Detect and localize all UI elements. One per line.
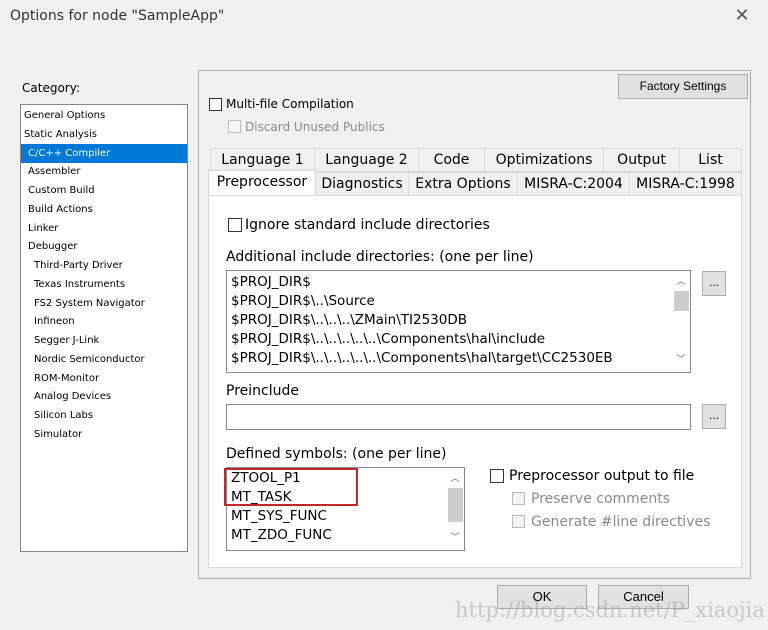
category-item[interactable]: Static Analysis — [21, 125, 187, 144]
tab-extra-options[interactable]: Extra Options — [408, 172, 518, 196]
list-line: $PROJ_DIR$\..\..\..\..\..\Components\hal… — [231, 350, 613, 366]
tab-list[interactable]: List — [679, 148, 742, 172]
category-item[interactable]: Analog Devices — [21, 387, 187, 406]
category-item[interactable]: Assembler — [21, 162, 187, 181]
defined-symbols-label: Defined symbols: (one per line) — [226, 446, 447, 462]
tab-optimizations[interactable]: Optimizations — [484, 148, 604, 172]
scroll-up-icon[interactable]: ︿ — [672, 273, 690, 292]
category-item[interactable]: General Options — [21, 106, 187, 125]
defined-symbols-scrollbar[interactable]: ︿ ﹀ — [446, 468, 464, 550]
include-dirs-textarea[interactable]: $PROJ_DIR$ $PROJ_DIR$\..\Source $PROJ_DIR$… — [226, 270, 691, 373]
preinclude-input[interactable] — [226, 404, 691, 430]
tab-diagnostics[interactable]: Diagnostics — [315, 172, 409, 196]
category-item[interactable]: Third-Party Driver — [21, 256, 187, 275]
ignore-std-checkbox[interactable] — [228, 218, 242, 232]
watermark: http://blog.csdn.net/P_xiaojia — [455, 598, 765, 622]
scroll-down-icon[interactable]: ﹀ — [446, 529, 464, 548]
generate-line-checkbox[interactable] — [512, 515, 525, 528]
category-item[interactable]: Silicon Labs — [21, 406, 187, 425]
scroll-down-icon[interactable]: ﹀ — [672, 351, 690, 370]
tab-code[interactable]: Code — [418, 148, 485, 172]
include-dirs-scrollbar[interactable]: ︿ ﹀ — [672, 271, 690, 372]
include-dirs-label: Additional include directories: (one per… — [226, 249, 534, 265]
highlight-box — [224, 468, 358, 506]
list-line: $PROJ_DIR$\..\..\..\ZMain\TI2530DB — [231, 312, 468, 328]
pp-output-label: Preprocessor output to file — [509, 468, 695, 484]
category-item[interactable]: Build Actions — [21, 200, 187, 219]
include-dirs-browse-button[interactable]: ... — [702, 271, 726, 296]
discard-unused-label: Discard Unused Publics — [245, 120, 385, 134]
list-line: $PROJ_DIR$ — [231, 274, 311, 290]
preserve-comments-checkbox[interactable] — [512, 492, 525, 505]
category-item[interactable]: Custom Build — [21, 181, 187, 200]
category-item[interactable]: Debugger — [21, 237, 187, 256]
scroll-up-icon[interactable]: ︿ — [446, 470, 464, 489]
tab-language-1[interactable]: Language 1 — [210, 148, 315, 172]
list-line: $PROJ_DIR$\..\..\..\..\..\Components\hal… — [231, 331, 546, 347]
category-item[interactable]: Segger J-Link — [21, 331, 187, 350]
category-label: Category: — [22, 81, 80, 95]
factory-settings-button[interactable]: Factory Settings — [618, 74, 748, 99]
tab-language-2[interactable]: Language 2 — [314, 148, 419, 172]
preinclude-label: Preinclude — [226, 383, 299, 399]
multi-file-label: Multi-file Compilation — [226, 97, 354, 111]
list-line: MT_ZDO_FUNC — [231, 527, 332, 543]
scroll-thumb[interactable] — [448, 488, 463, 522]
multi-file-checkbox[interactable] — [209, 98, 222, 111]
generate-line-label: Generate #line directives — [531, 514, 711, 530]
preinclude-browse-button[interactable]: ... — [702, 404, 726, 429]
list-line: $PROJ_DIR$\..\Source — [231, 293, 375, 309]
discard-unused-checkbox[interactable] — [228, 120, 241, 133]
tab-misra-c-2004[interactable]: MISRA-C:2004 — [517, 172, 630, 196]
ignore-std-label: Ignore standard include directories — [245, 217, 490, 233]
category-item[interactable]: C/C++ Compiler — [21, 143, 187, 163]
preserve-comments-label: Preserve comments — [531, 491, 671, 507]
window-title: Options for node "SampleApp" — [10, 8, 225, 24]
category-item[interactable]: Texas Instruments — [21, 275, 187, 294]
tab-output[interactable]: Output — [603, 148, 680, 172]
category-item[interactable]: Simulator — [21, 425, 187, 444]
list-line: MT_SYS_FUNC — [231, 508, 327, 524]
tab-preprocessor[interactable]: Preprocessor — [208, 170, 316, 196]
close-icon[interactable]: ✕ — [732, 5, 752, 26]
category-item[interactable]: Infineon — [21, 312, 187, 331]
tab-misra-c-1998[interactable]: MISRA-C:1998 — [629, 172, 742, 196]
category-item[interactable]: ROM-Monitor — [21, 369, 187, 388]
category-item[interactable]: FS2 System Navigator — [21, 294, 187, 313]
category-item[interactable]: Nordic Semiconductor — [21, 350, 187, 369]
scroll-thumb[interactable] — [674, 291, 689, 311]
category-item[interactable]: Linker — [21, 219, 187, 238]
category-list[interactable]: General Options Static Analysis C/C++ Comp… — [20, 104, 188, 552]
pp-output-checkbox[interactable] — [490, 469, 504, 483]
